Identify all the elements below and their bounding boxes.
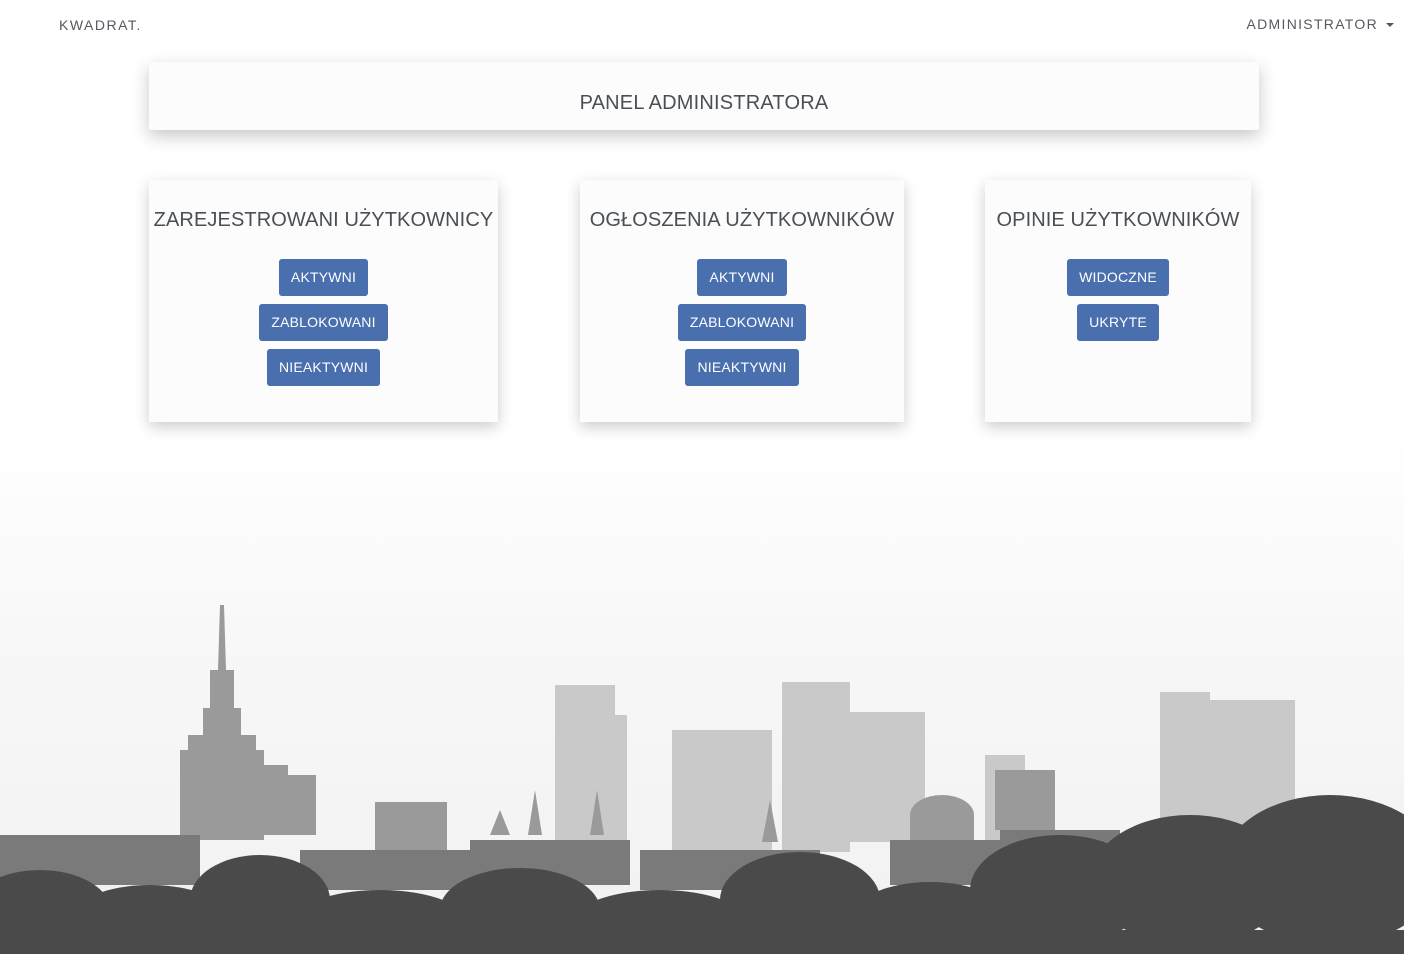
registered-users-inactive-button[interactable]: NIEAKTYWNI	[266, 349, 381, 386]
administrator-dropdown[interactable]: ADMINISTRATOR	[1246, 16, 1394, 32]
card-title: OPINIE UŻYTKOWNIKÓW	[996, 209, 1240, 231]
button-group: AKTYWNI ZABLOKOWANI NIEAKTYWNI	[677, 259, 807, 386]
administrator-dropdown-label: ADMINISTRATOR	[1246, 16, 1378, 32]
admin-page: KWADRAT. ADMINISTRATOR PANEL ADMINISTRAT…	[0, 0, 1404, 954]
registered-users-blocked-button[interactable]: ZABLOKOWANI	[259, 304, 388, 341]
listings-inactive-button[interactable]: NIEAKTYWNI	[685, 349, 799, 386]
top-navbar: KWADRAT. ADMINISTRATOR	[0, 0, 1404, 50]
reviews-hidden-button[interactable]: UKRYTE	[1077, 304, 1159, 341]
card-user-reviews: OPINIE UŻYTKOWNIKÓW WIDOCZNE UKRYTE	[985, 180, 1251, 422]
registered-users-active-button[interactable]: AKTYWNI	[278, 259, 369, 296]
button-group: WIDOCZNE UKRYTE	[1067, 259, 1169, 341]
listings-blocked-button[interactable]: ZABLOKOWANI	[677, 304, 807, 341]
card-title: OGŁOSZENIA UŻYTKOWNIKÓW	[589, 209, 895, 231]
city-skyline-background	[0, 430, 1404, 954]
page-title: PANEL ADMINISTRATORA	[579, 91, 829, 114]
card-user-listings: OGŁOSZENIA UŻYTKOWNIKÓW AKTYWNI ZABLOKOW…	[580, 180, 904, 422]
admin-panel-header: PANEL ADMINISTRATORA	[149, 62, 1259, 130]
reviews-visible-button[interactable]: WIDOCZNE	[1067, 259, 1169, 296]
card-registered-users: ZAREJESTROWANI UŻYTKOWNICY AKTYWNI ZABLO…	[149, 180, 498, 422]
card-title: ZAREJESTROWANI UŻYTKOWNICY	[153, 209, 494, 231]
listings-active-button[interactable]: AKTYWNI	[697, 259, 787, 296]
caret-down-icon	[1386, 23, 1394, 27]
brand-logo-link[interactable]: KWADRAT.	[59, 17, 142, 33]
skyline-illustration	[0, 605, 1404, 954]
button-group: AKTYWNI ZABLOKOWANI NIEAKTYWNI	[259, 259, 388, 386]
